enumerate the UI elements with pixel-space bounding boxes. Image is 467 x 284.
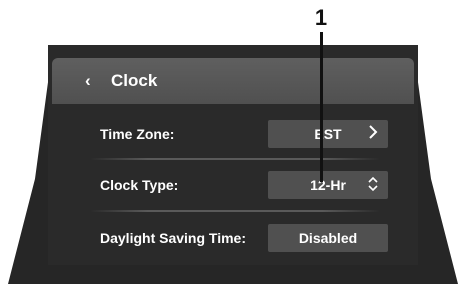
screen-header: ‹ Clock [52, 58, 414, 104]
setting-row-time-zone: Time Zone: EST [52, 118, 414, 152]
callout-leader-line [320, 32, 323, 182]
row-divider [90, 210, 380, 212]
clock-type-value: 12-Hr [310, 177, 346, 193]
time-zone-label: Time Zone: [100, 126, 175, 142]
row-divider [90, 158, 380, 160]
time-zone-value: EST [314, 126, 342, 142]
up-down-chevron-icon [368, 175, 378, 196]
callout-number: 1 [314, 5, 328, 30]
clock-type-label: Clock Type: [100, 177, 179, 193]
daylight-saving-toggle[interactable]: Disabled [268, 224, 388, 252]
page-title: Clock [111, 71, 158, 90]
back-chevron-icon[interactable]: ‹ [85, 71, 99, 91]
chevron-right-icon [368, 124, 378, 143]
daylight-saving-label: Daylight Saving Time: [100, 230, 246, 246]
time-zone-selector[interactable]: EST [268, 120, 388, 148]
daylight-saving-value: Disabled [298, 230, 358, 246]
setting-row-daylight-saving: Daylight Saving Time: Disabled [52, 222, 414, 256]
setting-row-clock-type: Clock Type: 12-Hr [52, 169, 414, 203]
clock-type-selector[interactable]: 12-Hr [268, 171, 388, 199]
